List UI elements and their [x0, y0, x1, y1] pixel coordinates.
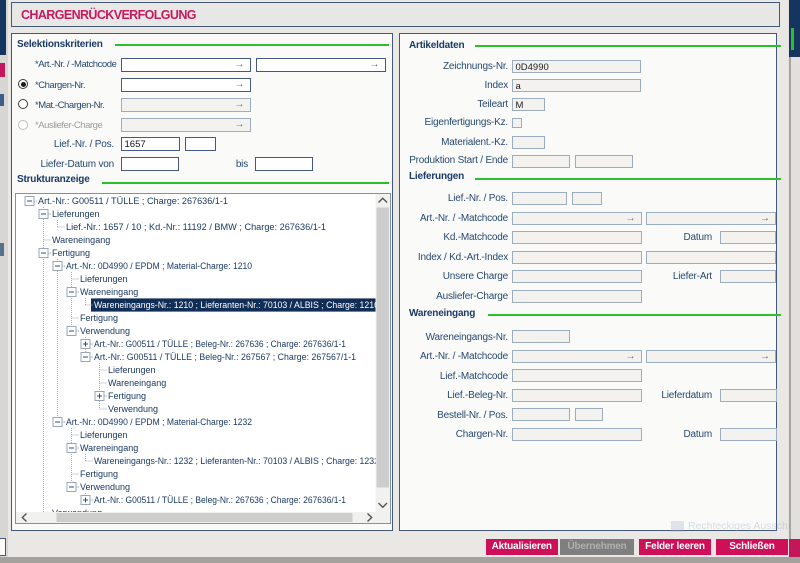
- svg-text:Wareneingangs-Nr.: 1210 ; Lief: Wareneingangs-Nr.: 1210 ; Lieferanten-Nr…: [94, 300, 390, 310]
- svg-text:Art.-Nr.: G00511 / TÜLLE ; Bel: Art.-Nr.: G00511 / TÜLLE ; Beleg-Nr.: 26…: [94, 352, 356, 362]
- svg-text:Lieferungen: Lieferungen: [52, 209, 100, 219]
- svg-text:Verwendung: Verwendung: [80, 326, 130, 336]
- svg-text:Lieferungen: Lieferungen: [108, 365, 156, 375]
- svg-text:Fertigung: Fertigung: [52, 248, 90, 258]
- svg-text:Lieferungen: Lieferungen: [80, 274, 128, 284]
- svg-text:Wareneingang: Wareneingang: [108, 378, 166, 388]
- svg-text:Art.-Nr.: G00511 / TÜLLE ; Bel: Art.-Nr.: G00511 / TÜLLE ; Beleg-Nr.: 26…: [94, 495, 346, 505]
- svg-text:Art.-Nr.: 0D4990 / EPDM ; Mate: Art.-Nr.: 0D4990 / EPDM ; Material-Charg…: [66, 417, 252, 427]
- svg-text:Wareneingang: Wareneingang: [80, 443, 138, 453]
- svg-text:Wareneingang: Wareneingang: [52, 235, 110, 245]
- svg-text:Art.-Nr.: G00511 / TÜLLE ; Bel: Art.-Nr.: G00511 / TÜLLE ; Beleg-Nr.: 26…: [94, 339, 346, 349]
- svg-text:Art.-Nr.: 0D4990 / EPDM ; Mate: Art.-Nr.: 0D4990 / EPDM ; Material-Charg…: [66, 261, 252, 271]
- svg-text:Wareneingangs-Nr.: 1232 ; Lief: Wareneingangs-Nr.: 1232 ; Lieferanten-Nr…: [94, 456, 390, 466]
- svg-text:Lief.-Nr.: 1657 / 10 ; Kd.-Nr.: Lief.-Nr.: 1657 / 10 ; Kd.-Nr.: 11192 / …: [66, 222, 326, 232]
- svg-text:Verwendung: Verwendung: [108, 404, 158, 414]
- svg-text:Wareneingang: Wareneingang: [80, 287, 138, 297]
- svg-text:Fertigung: Fertigung: [80, 313, 118, 323]
- svg-text:Verwendung: Verwendung: [80, 482, 130, 492]
- svg-text:Art.-Nr.: G00511 / TÜLLE ; Cha: Art.-Nr.: G00511 / TÜLLE ; Charge: 26763…: [38, 196, 228, 206]
- svg-text:Fertigung: Fertigung: [108, 391, 146, 401]
- svg-text:Fertigung: Fertigung: [80, 469, 118, 479]
- svg-text:Lieferungen: Lieferungen: [80, 430, 128, 440]
